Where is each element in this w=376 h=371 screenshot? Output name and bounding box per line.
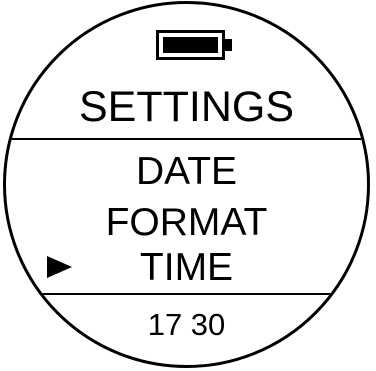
page-title: SETTINGS xyxy=(78,83,295,131)
menu-item-format[interactable]: FORMAT xyxy=(6,200,367,246)
triangle-right-icon xyxy=(47,256,72,278)
divider-bottom xyxy=(6,293,367,295)
watch-screen: SETTINGS DATE FORMAT TIME 17 30 xyxy=(0,0,376,371)
time-value: 17 30 xyxy=(147,307,226,342)
watch-face: SETTINGS DATE FORMAT TIME 17 30 xyxy=(3,1,370,368)
divider-top xyxy=(6,138,367,140)
battery-fill xyxy=(163,37,218,53)
menu-item-date[interactable]: DATE xyxy=(6,149,367,195)
battery-cap xyxy=(224,39,232,51)
battery-body xyxy=(156,30,225,60)
battery-icon xyxy=(156,30,233,60)
